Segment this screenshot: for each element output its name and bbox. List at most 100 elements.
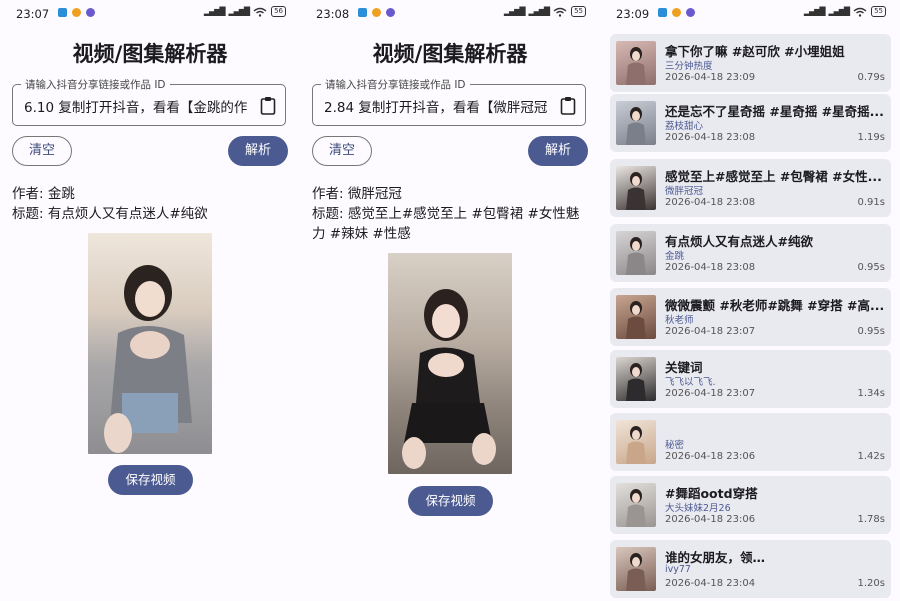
status-bar: 23:08 ▂▄▆█ ▂▄▆█ 55 [300, 0, 600, 28]
person-photo [104, 265, 192, 453]
app-notification-icon [358, 8, 367, 17]
app-notification-icon [386, 8, 395, 17]
app-notification-icon [86, 8, 95, 17]
save-video-button[interactable]: 保存视频 [108, 465, 193, 495]
author-text: 作者: 金跳 [12, 186, 75, 202]
signal-icon: ▂▄▆█ [503, 7, 526, 16]
save-video-button[interactable]: 保存视频 [408, 486, 493, 516]
history-item-title: 谁的女朋友，领… [665, 550, 766, 565]
thumbnail-image [616, 547, 656, 591]
history-item-author: 大头妹妹2月26 [665, 503, 731, 514]
history-item-date: 2026-04-18 23:04 [665, 578, 756, 589]
status-bar: 23:07 ▂▄▆█ ▂▄▆█ 56 [0, 0, 300, 28]
app-notification-icon [372, 8, 381, 17]
signal-icon: ▂▄▆█ [528, 7, 550, 16]
thumbnail-image [616, 295, 656, 339]
wifi-icon [253, 7, 267, 17]
wifi-icon [553, 7, 567, 17]
caption-text: 标题: 有点烦人又有点迷人#纯欲 [12, 206, 208, 222]
thumbnail-image [616, 41, 656, 85]
clipboard-icon[interactable] [260, 96, 276, 115]
clear-button[interactable]: 清空 [312, 136, 372, 166]
clipboard-icon[interactable] [560, 96, 576, 115]
signal-icon: ▂▄▆█ [203, 7, 226, 16]
page-title: 视频/图集解析器 [372, 42, 528, 66]
parse-button[interactable]: 解析 [528, 136, 588, 166]
history-item-author: 三分钟热度 [665, 61, 713, 72]
status-time: 23:07 [16, 7, 50, 21]
battery-icon: 55 [871, 6, 886, 17]
page-title: 视频/图集解析器 [72, 42, 228, 66]
history-item-duration: 1.20s [857, 578, 885, 589]
share-link-field[interactable]: 请输入抖音分享链接或作品 ID 6.10 复制打开抖音，看看【金跳的作 [12, 77, 286, 126]
clear-button[interactable]: 清空 [12, 136, 72, 166]
parse-button[interactable]: 解析 [228, 136, 288, 166]
app-notification-icon [658, 8, 667, 17]
author-text: 作者: 微胖冠冠 [312, 186, 402, 202]
history-item-duration: 1.78s [857, 514, 885, 525]
history-item[interactable]: 关键词 飞飞以飞飞. 2026-04-18 23:07 1.34s [610, 350, 891, 408]
status-indicators: ▂▄▆█ ▂▄▆█ 55 [504, 6, 586, 17]
history-item-date: 2026-04-18 23:08 [665, 132, 756, 143]
video-cover-image [88, 233, 212, 454]
history-item-date: 2026-04-18 23:08 [665, 197, 756, 208]
person-photo [402, 289, 496, 469]
history-item[interactable]: 拿下你了嘛 #赵可欣 #小埋姐姐 三分钟热度 2026-04-18 23:09 0.7… [610, 34, 891, 92]
history-item-date: 2026-04-18 23:07 [665, 326, 756, 337]
thumbnail-image [616, 231, 656, 275]
history-item[interactable]: 微微震颤 #秋老师#跳舞 #穿搭 #高... 秋老师 2026-04-18 23:0… [610, 288, 891, 346]
signal-icon: ▂▄▆█ [803, 7, 826, 16]
history-item[interactable]: 感觉至上#感觉至上 #包臀裙 #女性... 微胖冠冠 2026-04-18 23:0… [610, 159, 891, 217]
app-notification-icon [72, 8, 81, 17]
history-item-title: 有点烦人又有点迷人#纯欲 [665, 234, 813, 249]
video-cover-image [388, 253, 512, 474]
history-item-duration: 1.42s [857, 451, 885, 462]
history-item-author: ivy77 [665, 564, 691, 575]
app-notification-icon [672, 8, 681, 17]
caption-text: 标题: 感觉至上#感觉至上 #包臀裙 #女性魅力 #辣妹 #性感 [312, 206, 580, 242]
history-item[interactable]: #舞蹈ootd穿搭 大头妹妹2月26 2026-04-18 23:06 1.78s [610, 476, 891, 534]
share-link-field[interactable]: 请输入抖音分享链接或作品 ID 2.84 复制打开抖音，看看【微胖冠冠 [312, 77, 586, 126]
parser-screen-1: 23:07 ▂▄▆█ ▂▄▆█ 56 视频/图集解析器 请输入抖音分享链接或作品… [0, 0, 300, 601]
history-item-duration: 0.91s [857, 197, 885, 208]
history-item-duration: 1.34s [857, 388, 885, 399]
thumbnail-image [616, 420, 656, 464]
history-item-author: 秘密 [665, 440, 685, 451]
history-item-date: 2026-04-18 23:09 [665, 72, 756, 83]
status-bar: 23:09 ▂▄▆█ ▂▄▆█ 55 [600, 0, 900, 28]
status-indicators: ▂▄▆█ ▂▄▆█ 55 [804, 6, 886, 17]
status-time: 23:09 [616, 7, 650, 21]
history-item-date: 2026-04-18 23:06 [665, 514, 756, 525]
history-item-author: 金跳 [665, 251, 685, 262]
battery-icon: 55 [571, 6, 586, 17]
notification-icons [58, 8, 95, 17]
signal-icon: ▂▄▆█ [828, 7, 850, 16]
wifi-icon [853, 7, 867, 17]
share-link-input[interactable]: 2.84 复制打开抖音，看看【微胖冠冠 [324, 96, 552, 116]
history-item[interactable]: 还是忘不了星奇摇 #星奇摇 #星奇摇... 荔枝甜心 2026-04-18 23:0… [610, 94, 891, 152]
field-label: 请输入抖音分享链接或作品 ID [321, 77, 470, 92]
share-link-input[interactable]: 6.10 复制打开抖音，看看【金跳的作 [24, 96, 252, 116]
thumbnail-image [616, 357, 656, 401]
app-notification-icon [58, 8, 67, 17]
field-label: 请输入抖音分享链接或作品 ID [21, 77, 170, 92]
history-item[interactable]: 有点烦人又有点迷人#纯欲 金跳 2026-04-18 23:08 0.95s [610, 224, 891, 282]
notification-icons [358, 8, 395, 17]
history-item-author: 荔枝甜心 [665, 121, 704, 132]
status-time: 23:08 [316, 7, 350, 21]
history-item[interactable]: 秘密 2026-04-18 23:06 1.42s [610, 413, 891, 471]
thumbnail-image [616, 483, 656, 527]
history-item-date: 2026-04-18 23:07 [665, 388, 756, 399]
history-item-duration: 1.19s [857, 132, 885, 143]
app-notification-icon [686, 8, 695, 17]
history-item[interactable]: 谁的女朋友，领… ivy77 2026-04-18 23:04 1.20s [610, 540, 891, 598]
history-item-author: 微胖冠冠 [665, 186, 704, 197]
history-item-duration: 0.79s [857, 72, 885, 83]
thumbnail-image [616, 101, 656, 145]
history-item-author: 飞飞以飞飞. [665, 377, 716, 388]
notification-icons [658, 8, 695, 17]
thumbnail-image [616, 166, 656, 210]
history-item-duration: 0.95s [857, 326, 885, 337]
battery-icon: 56 [271, 6, 286, 17]
status-indicators: ▂▄▆█ ▂▄▆█ 56 [204, 6, 286, 17]
